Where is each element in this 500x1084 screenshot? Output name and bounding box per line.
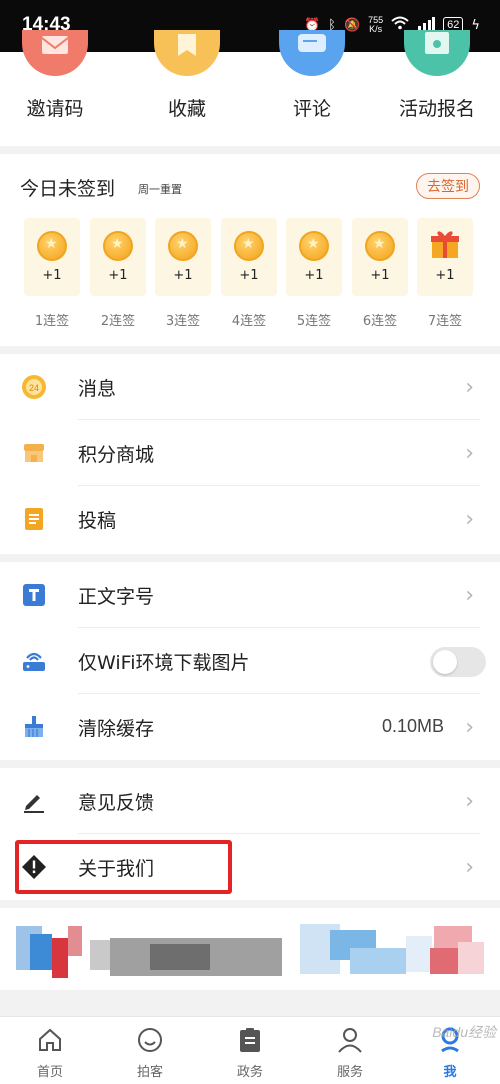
net-speed: 755 K/s [368,15,384,34]
signin-day: +1 2连签 [90,218,146,329]
menu-group-2: 正文字号 › 仅WiFi环境下载图片 清除缓存 0.10MB › [0,562,500,760]
store-icon [24,444,44,462]
svg-text:24: 24 [29,383,39,393]
comment-icon [279,30,345,76]
gift-icon [431,231,459,258]
signin-title: 今日未签到 [20,178,116,200]
bottom-tab-bar: 首页 拍客 政务 服务 我 [0,1016,500,1084]
tab-paike[interactable]: 拍客 [100,1017,200,1084]
cache-size: 0.10MB [381,716,444,736]
feedback-pen-icon [24,795,44,813]
menu-item-submit-article[interactable]: 投稿 › [0,486,500,552]
broom-icon [25,716,43,737]
submit-icon [25,508,43,530]
invite-icon [22,30,88,76]
signin-subtitle: 周一重置 [138,183,182,196]
coin-icon [168,231,198,261]
chevron-right-icon: › [465,583,474,608]
smile-icon [138,1028,162,1052]
wifi-router-icon [23,652,45,671]
menu-group-1: 24 消息 › 积分商城 › 投稿 › [0,354,500,554]
coin-icon [365,231,395,261]
signin-day: +1 6连签 [352,218,408,329]
chevron-right-icon: › [465,441,474,466]
menu-item-messages[interactable]: 24 消息 › [0,354,500,420]
menu-item-feedback[interactable]: 意见反馈 › [0,768,500,834]
chevron-right-icon: › [465,855,474,880]
coin-icon [299,231,329,261]
person-icon [338,1028,362,1053]
highlight-box [15,840,232,894]
bookmark-icon [154,30,220,76]
coin-icon [103,231,133,261]
chevron-right-icon: › [465,507,474,532]
signin-day: +1 4连签 [221,218,277,329]
chevron-right-icon: › [465,715,474,740]
activity-icon [404,30,470,76]
signin-card: 今日未签到 周一重置 去签到 +1 1连签 +1 2连签 +1 3连签 +1 4… [0,154,500,346]
font-size-icon [23,584,45,606]
charging-icon: ϟ [471,17,480,33]
clipboard-icon [240,1028,260,1052]
message-icon: 24 [22,375,46,399]
menu-item-font-size[interactable]: 正文字号 › [0,562,500,628]
menu-item-clear-cache[interactable]: 清除缓存 0.10MB › [0,694,500,760]
chevron-right-icon: › [465,375,474,400]
menu-item-wifi-only-images: 仅WiFi环境下载图片 [0,628,500,694]
signin-button[interactable]: 去签到 [416,173,480,199]
signin-day: +1 1连签 [24,218,80,329]
tab-government[interactable]: 政务 [200,1017,300,1084]
home-icon [39,1028,61,1051]
pixelated-banner [0,908,500,990]
watermark: Baidu经验 [432,1024,496,1040]
mute-icon: 🔕 [343,17,361,33]
coin-icon [234,231,264,261]
chevron-right-icon: › [465,789,474,814]
shortcut-bar: 邀请码 收藏 评论 活动报名 [0,30,500,146]
tab-home[interactable]: 首页 [0,1017,100,1084]
signin-day: +1 7连签 [417,218,473,329]
coin-icon [37,231,67,261]
signin-day: +1 5连签 [286,218,342,329]
signin-day: +1 3连签 [155,218,211,329]
signin-days: +1 1连签 +1 2连签 +1 3连签 +1 4连签 +1 5连签 +1 6连… [24,218,479,329]
tab-services[interactable]: 服务 [300,1017,400,1084]
menu-item-points-store[interactable]: 积分商城 › [0,420,500,486]
wifi-only-toggle[interactable] [430,647,486,677]
